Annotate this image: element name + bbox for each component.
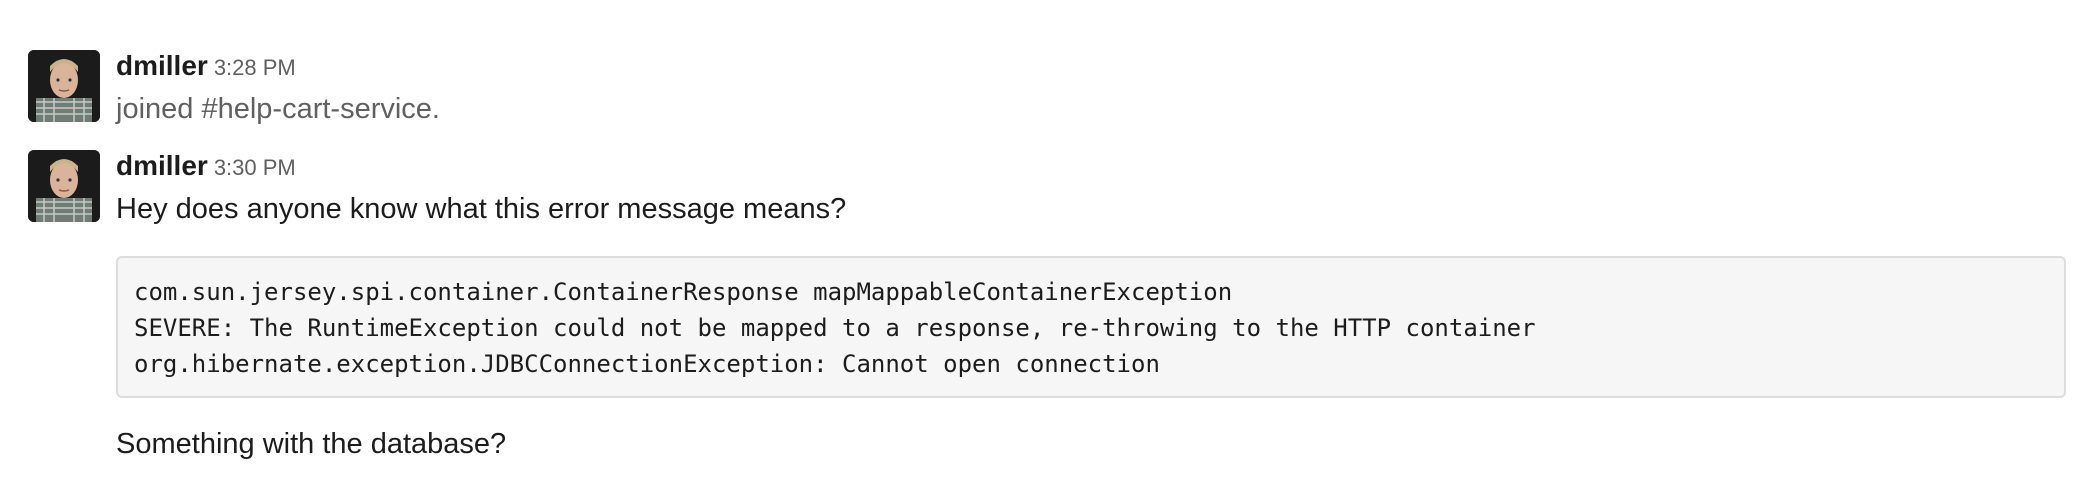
code-line: org.hibernate.exception.JDBCConnectionEx… bbox=[134, 350, 1160, 378]
user-avatar-image bbox=[28, 50, 100, 122]
message-text: Hey does anyone know what this error mes… bbox=[116, 193, 847, 225]
message-followup-text: Something with the database? bbox=[116, 428, 507, 460]
code-block[interactable]: com.sun.jersey.spi.container.ContainerRe… bbox=[116, 256, 2066, 398]
message-text: joined #help-cart-service. bbox=[116, 93, 440, 125]
username[interactable]: dmiller bbox=[116, 150, 208, 181]
avatar[interactable] bbox=[28, 150, 100, 222]
timestamp[interactable]: 3:28 PM bbox=[214, 55, 296, 80]
message-header: dmiller 3:28 PM bbox=[116, 50, 296, 82]
avatar[interactable] bbox=[28, 50, 100, 122]
username[interactable]: dmiller bbox=[116, 50, 208, 81]
message-header: dmiller 3:30 PM bbox=[116, 150, 296, 182]
code-line: com.sun.jersey.spi.container.ContainerRe… bbox=[134, 278, 1233, 306]
code-line: SEVERE: The RuntimeException could not b… bbox=[134, 314, 1536, 342]
timestamp[interactable]: 3:30 PM bbox=[214, 155, 296, 180]
user-avatar-image bbox=[28, 150, 100, 222]
